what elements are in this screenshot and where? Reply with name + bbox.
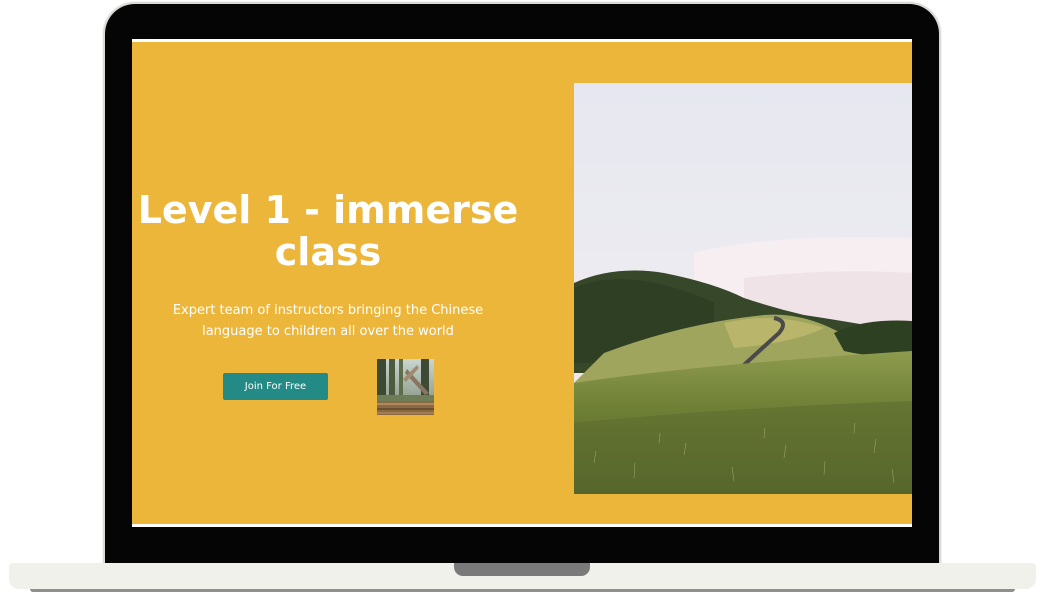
laptop-base-shadow xyxy=(30,589,1015,592)
join-for-free-button[interactable]: Join For Free xyxy=(223,373,328,400)
forest-photo xyxy=(377,359,434,415)
hillside-road-landscape-photo xyxy=(574,83,912,494)
landscape-image xyxy=(574,83,912,494)
forest-thumbnail-image xyxy=(377,359,434,415)
laptop-mockup: Level 1 - immerse class Expert team of i… xyxy=(0,0,1039,596)
laptop-screen: Level 1 - immerse class Expert team of i… xyxy=(132,39,912,527)
hero-subtitle: Expert team of instructors bringing the … xyxy=(172,303,484,339)
hero-section: Level 1 - immerse class Expert team of i… xyxy=(132,42,912,524)
laptop-trackpad-notch xyxy=(454,563,590,576)
hero-title: Level 1 - immerse class xyxy=(137,188,519,274)
